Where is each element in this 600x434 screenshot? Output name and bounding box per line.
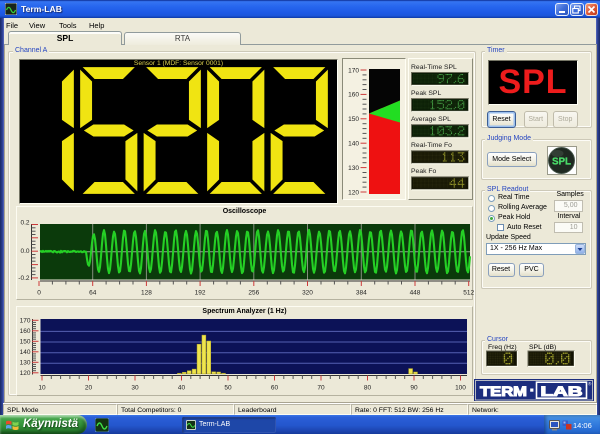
svg-text:LAB: LAB <box>541 382 583 398</box>
svg-text:TERM: TERM <box>480 382 527 398</box>
